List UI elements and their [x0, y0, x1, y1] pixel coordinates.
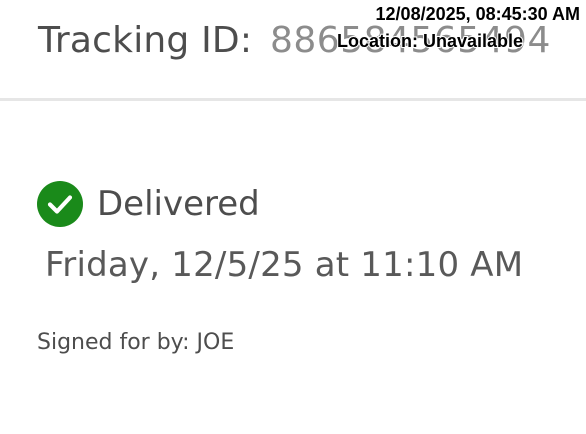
- capture-location: Location: Unavailable: [336, 30, 524, 52]
- delivery-status: Delivered: [37, 181, 260, 227]
- capture-timestamp: 12/08/2025, 08:45:30 AM: [375, 3, 581, 25]
- tracking-id-label: Tracking ID:: [38, 20, 253, 61]
- status-label: Delivered: [97, 184, 260, 224]
- signed-for-by: Signed for by: JOE: [37, 330, 235, 355]
- delivery-date-time: Friday, 12/5/25 at 11:10 AM: [45, 245, 524, 285]
- check-circle-icon: [37, 181, 83, 227]
